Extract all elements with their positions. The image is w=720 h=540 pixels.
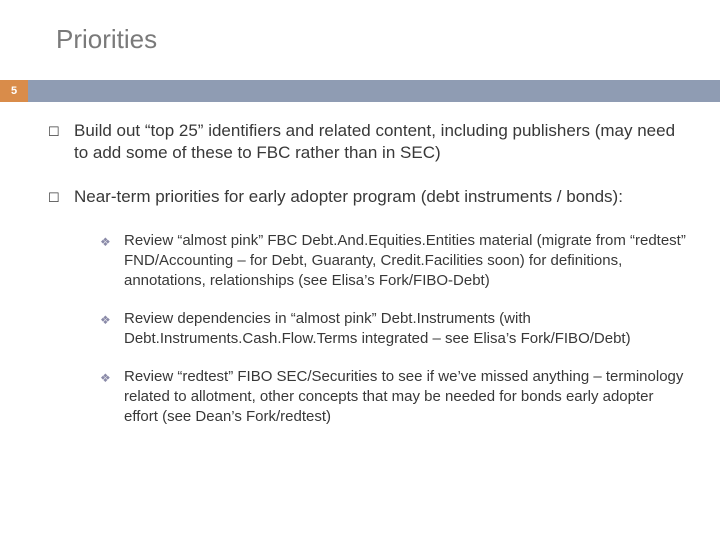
square-bullet-icon: ☐ (48, 120, 74, 143)
content-area: ☐ Build out “top 25” identifiers and rel… (48, 120, 688, 445)
list-item: ❖ Review dependencies in “almost pink” D… (100, 309, 688, 349)
slide-title: Priorities (56, 24, 157, 55)
diamond-bullet-icon: ❖ (100, 309, 124, 330)
list-item: ☐ Near-term priorities for early adopter… (48, 186, 688, 209)
list-item-text: Review “almost pink” FBC Debt.And.Equiti… (124, 231, 688, 291)
header-stripe (0, 80, 720, 102)
square-bullet-icon: ☐ (48, 186, 74, 209)
list-item-text: Build out “top 25” identifiers and relat… (74, 120, 688, 164)
list-item: ❖ Review “redtest” FIBO SEC/Securities t… (100, 367, 688, 427)
list-item: ❖ Review “almost pink” FBC Debt.And.Equi… (100, 231, 688, 291)
list-item-text: Near-term priorities for early adopter p… (74, 186, 623, 208)
page-number-badge: 5 (0, 80, 28, 102)
diamond-bullet-icon: ❖ (100, 367, 124, 388)
diamond-bullet-icon: ❖ (100, 231, 124, 252)
sub-list: ❖ Review “almost pink” FBC Debt.And.Equi… (100, 231, 688, 427)
list-item-text: Review “redtest” FIBO SEC/Securities to … (124, 367, 688, 427)
list-item: ☐ Build out “top 25” identifiers and rel… (48, 120, 688, 164)
list-item-text: Review dependencies in “almost pink” Deb… (124, 309, 688, 349)
